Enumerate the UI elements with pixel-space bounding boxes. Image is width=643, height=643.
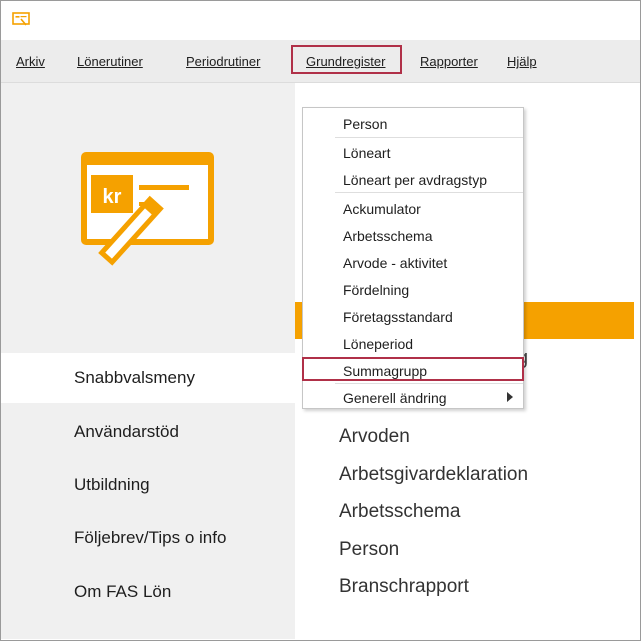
summagrupp-highlight — [302, 357, 524, 381]
sidebar-item-foljebrev[interactable]: Följebrev/Tips o info — [1, 513, 295, 563]
menu-rapporter[interactable]: Rapporter — [420, 54, 478, 69]
menu-hjalp[interactable]: Hjälp — [507, 54, 537, 69]
dropdown-item-arvode-aktivitet[interactable]: Arvode - aktivitet — [303, 249, 523, 275]
sidebar-item-om-fas-lon[interactable]: Om FAS Lön — [1, 567, 295, 617]
link-person[interactable]: Person — [339, 539, 399, 561]
menu-arkiv[interactable]: Arkiv — [16, 54, 45, 69]
dropdown-item-loneart-per-avdragstyp[interactable]: Löneart per avdragstyp — [303, 166, 523, 192]
dropdown-separator — [335, 137, 523, 138]
dropdown-item-person[interactable]: Person — [303, 110, 523, 136]
dropdown-item-fordelning[interactable]: Fördelning — [303, 276, 523, 302]
app-icon — [12, 12, 30, 26]
link-arbetsschema[interactable]: Arbetsschema — [339, 501, 460, 523]
sidebar: kr Snabbvalsmeny Användarstöd Utbildning… — [1, 83, 295, 639]
link-arvoden[interactable]: Arvoden — [339, 426, 410, 448]
submenu-arrow-icon — [507, 392, 513, 402]
dropdown-separator — [335, 192, 523, 193]
menu-grundregister-highlight — [291, 45, 402, 74]
dropdown-item-foretagsstandard[interactable]: Företagsstandard — [303, 303, 523, 329]
dropdown-item-loneperiod[interactable]: Löneperiod — [303, 330, 523, 356]
link-branschrapport[interactable]: Branschrapport — [339, 576, 469, 598]
menu-periodrutiner[interactable]: Periodrutiner — [186, 54, 260, 69]
title-bar — [1, 1, 640, 39]
dropdown-item-ackumulator[interactable]: Ackumulator — [303, 195, 523, 221]
logo-text: kr — [103, 186, 122, 208]
sidebar-item-snabbvalsmeny[interactable]: Snabbvalsmeny — [1, 353, 295, 403]
dropdown-item-arbetsschema[interactable]: Arbetsschema — [303, 222, 523, 248]
invoice-pen-icon: kr — [81, 152, 214, 266]
menu-lonerutiner[interactable]: Lönerutiner — [77, 54, 143, 69]
sidebar-item-utbildning[interactable]: Utbildning — [1, 460, 295, 510]
sidebar-item-anvandarstod[interactable]: Användarstöd — [1, 407, 295, 457]
dropdown-item-loneart[interactable]: Löneart — [303, 139, 523, 165]
link-arbetsgivardeklaration[interactable]: Arbetsgivardeklaration — [339, 464, 528, 486]
dropdown-item-generell-andring[interactable]: Generell ändring — [303, 384, 523, 410]
